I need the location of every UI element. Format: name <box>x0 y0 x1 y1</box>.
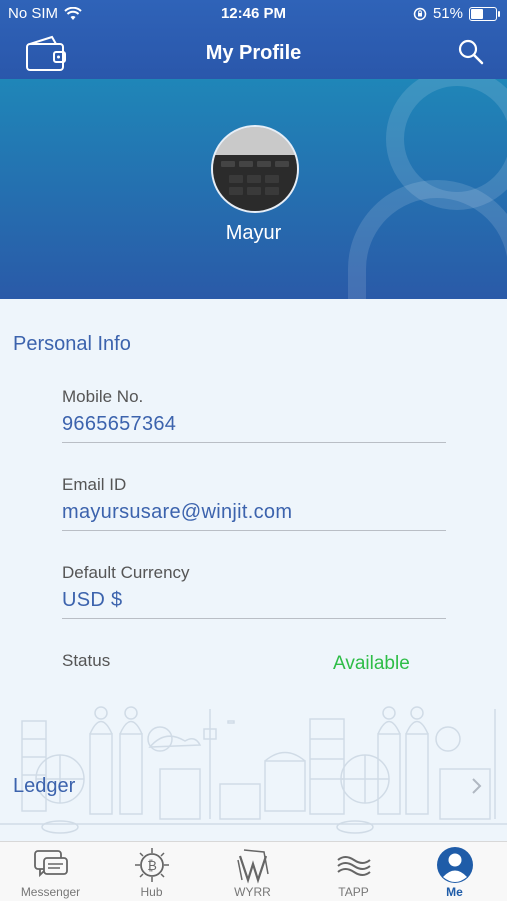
orientation-lock-icon <box>413 7 427 20</box>
status-label: Status <box>62 651 111 670</box>
ledger-link[interactable]: Ledger <box>13 775 75 798</box>
profile-content: Personal Info Mobile No. 9665657364 Emai… <box>0 299 507 841</box>
email-label: Email ID <box>62 475 127 494</box>
mobile-label: Mobile No. <box>62 387 144 406</box>
tab-me[interactable]: Me <box>404 842 505 901</box>
hub-icon: ₿ <box>135 848 169 882</box>
currency-value[interactable]: USD $ <box>62 589 446 619</box>
page-title: My Profile <box>205 42 302 64</box>
avatar-photo <box>213 127 297 211</box>
tab-tapp[interactable]: TAPP <box>303 842 404 901</box>
tab-label-hub: Hub <box>140 885 163 899</box>
search-icon[interactable] <box>457 38 485 66</box>
status-value[interactable]: Available <box>333 653 410 675</box>
mobile-value[interactable]: 9665657364 <box>62 413 446 443</box>
tab-label-me: Me <box>446 885 463 899</box>
svg-text:₿: ₿ <box>147 859 157 874</box>
currency-label: Default Currency <box>62 563 190 582</box>
status-bar: No SIM 12:46 PM 51% <box>0 0 507 28</box>
battery-level <box>471 8 483 19</box>
battery-percent: 51% <box>432 5 463 22</box>
email-value[interactable]: mayursusare@winjit.com <box>62 501 446 531</box>
chevron-right-icon[interactable] <box>471 777 483 795</box>
wyrr-icon <box>237 849 269 884</box>
tab-label-wyrr: WYRR <box>234 885 271 899</box>
decorative-person-outline <box>348 79 507 299</box>
tab-messenger[interactable]: Messenger <box>0 842 101 901</box>
messenger-icon <box>34 850 68 878</box>
me-icon <box>437 847 473 883</box>
battery-icon <box>469 6 500 21</box>
user-name: Mayur <box>225 222 282 244</box>
email-field: Email ID mayursusare@winjit.com <box>62 475 446 531</box>
city-skyline-illustration <box>0 706 507 834</box>
tapp-icon <box>337 856 371 876</box>
currency-field: Default Currency USD $ <box>62 563 446 619</box>
tab-label-messenger: Messenger <box>20 885 81 899</box>
avatar[interactable] <box>211 125 299 213</box>
personal-info-heading: Personal Info <box>13 333 131 355</box>
tab-wyrr[interactable]: WYRR <box>202 842 303 901</box>
profile-hero: Mayur <box>0 79 507 299</box>
tab-hub[interactable]: ₿ Hub <box>101 842 202 901</box>
navigation-bar: My Profile <box>0 28 507 79</box>
tab-label-tapp: TAPP <box>338 885 369 899</box>
mobile-field: Mobile No. 9665657364 <box>62 387 446 443</box>
tab-bar: Messenger ₿ Hub WYRR TAPP Me <box>0 841 507 901</box>
app-header: No SIM 12:46 PM 51% My Profile <box>0 0 507 79</box>
